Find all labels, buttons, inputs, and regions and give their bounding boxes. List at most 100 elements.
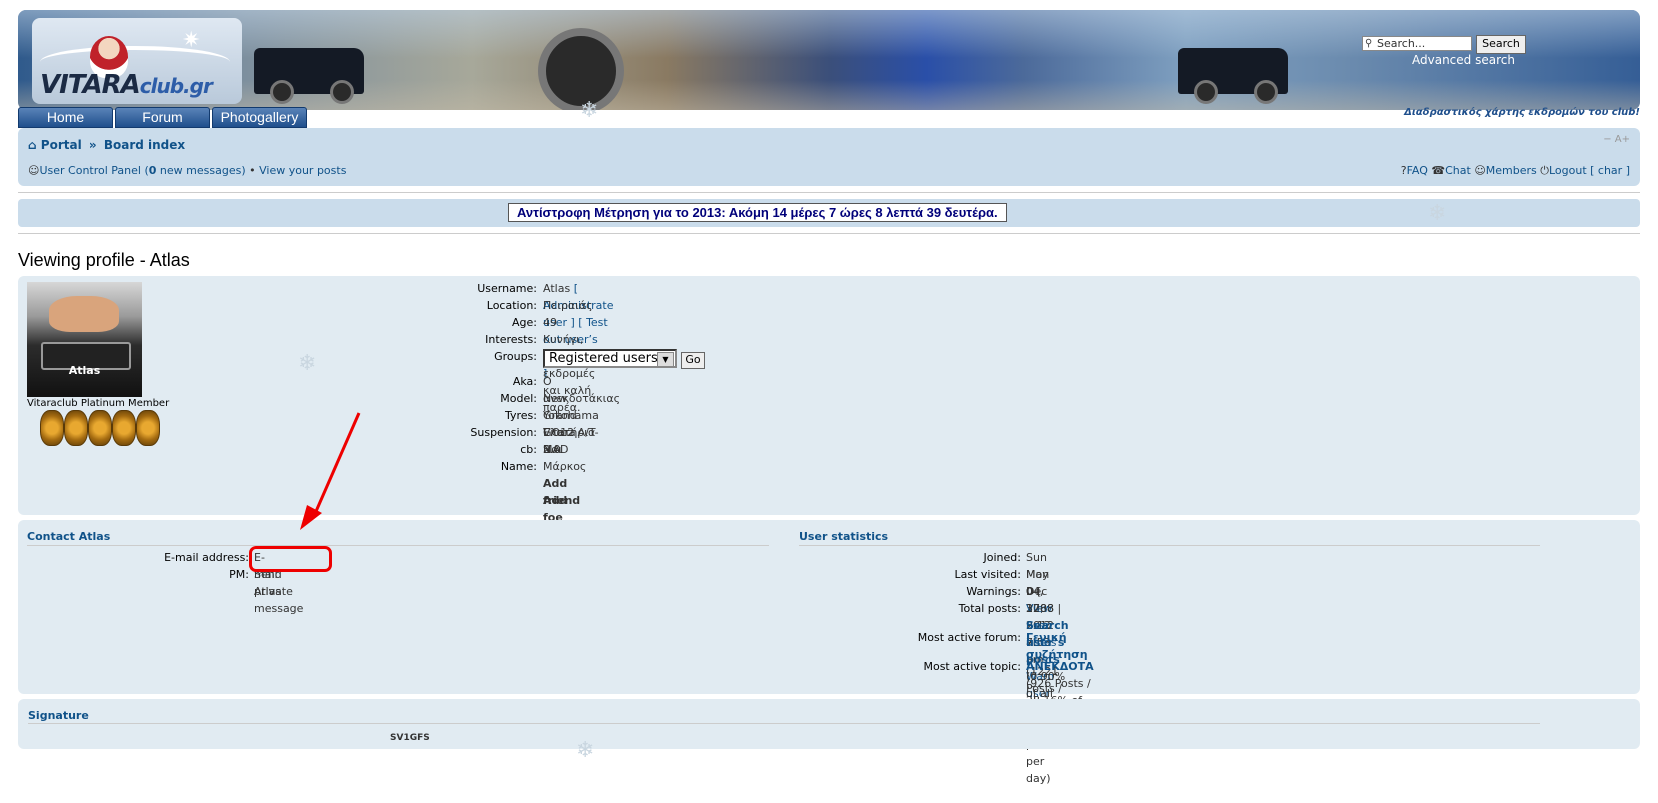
logo-word: VITARA [40,70,141,100]
view-your-posts-link[interactable]: View your posts [259,164,346,177]
profile-panel [18,276,1640,515]
avatar-figure [49,296,119,332]
site-logo[interactable]: ✷ VITARAclub.gr [32,18,242,104]
search-placeholder: Search... [1377,37,1426,50]
most-active-forum-label: Most active forum: [917,631,1021,644]
nav-photogallery-button[interactable]: Photogallery [212,107,307,128]
rank-title: Vitaraclub Platinum Member [27,398,170,409]
warnings-label: Warnings: [966,585,1021,598]
nav-forum-button[interactable]: Forum [115,107,210,128]
rank-tyre-icon [112,410,136,446]
stats-heading: User statistics [799,530,889,543]
snowflake-icon: ❄ [298,351,317,376]
avatar: Atlas [27,282,142,397]
breadcrumb-portal[interactable]: Portal [41,138,82,152]
interests-label: Interests: [485,333,537,346]
cb-value: Ναι [543,443,563,456]
logout-link[interactable]: Logout [ char ] [1549,164,1630,177]
search-button[interactable]: Search [1476,35,1526,54]
logout-icon: ⏻ [1540,164,1549,177]
suspension-label: Suspension: [470,426,537,439]
breadcrumb-separator: » [88,138,97,152]
logo-text: VITARAclub.gr [40,70,213,100]
annotation-highlight-box [249,546,332,572]
breadcrumb: ⌂ Portal » Board index [28,138,185,152]
signature-text: SV1GFS [390,733,430,743]
search-icon: ⚲ [1365,38,1373,49]
joined-label: Joined: [983,551,1021,564]
tyres-label: Tyres: [504,409,537,422]
name-value: Μάρκος [543,460,587,473]
email-label: E-mail address: [164,551,249,564]
home-icon: ⌂ [28,138,37,152]
ucp-link[interactable]: User Control Panel (0 new messages) [39,164,245,177]
advanced-search-link[interactable]: Advanced search [1412,53,1515,67]
user-icon: ☺ [28,164,40,177]
banner-wheel [1254,80,1278,104]
banner-wheel [1194,80,1218,104]
model-label: Model: [500,392,537,405]
breadcrumb-board-index[interactable]: Board index [104,138,185,152]
groups-select[interactable]: Registered users ▼ [543,349,677,368]
age-label: Age: [512,316,537,329]
pm-label: PM: [229,568,249,581]
snowflake-icon: ❄ [576,738,595,763]
countdown-text: Αντίστροφη Μέτρηση για το 2013: Ακόμη 14… [508,203,1007,222]
rank-tyre-icon [136,410,160,446]
rank-tyre-icon [40,410,64,446]
divider [27,545,769,546]
chat-link[interactable]: Chat [1445,164,1471,177]
countdown-bar: Αντίστροφη Μέτρηση για το 2013: Ακόμη 14… [18,199,1640,227]
user-control-bar: ☺User Control Panel (0 new messages) • V… [28,164,346,177]
username-label: Username: [477,282,537,295]
most-active-topic-link[interactable]: ΑΝΕΚΔΟΤΑ [1026,660,1094,673]
bullet-separator: • [249,164,256,177]
header-links: ?FAQ ☎Chat ☺Members ⏻Logout [ char ] [1401,164,1630,178]
star-icon: ✷ [182,28,201,53]
most-active-forum-link[interactable]: Γενική συζήτηση [1026,631,1088,661]
members-icon: ☺ [1474,164,1486,177]
send-private-message-link[interactable]: Send private message [254,566,303,617]
ucp-label: User Control Panel ( [39,164,149,177]
logo-suffix: club.gr [139,74,213,98]
name-label: Name: [500,460,537,473]
ucp-suffix: new messages) [156,164,246,177]
most-active-topic-label: Most active topic: [923,660,1021,673]
age-value: 49 [543,316,557,329]
signature-heading: Signature [28,709,89,722]
signature-panel [18,699,1640,749]
avatar-caption: Atlas [68,364,101,377]
search-input[interactable]: ⚲ Search... [1362,36,1472,51]
cb-label: cb: [520,443,537,456]
username-text: Atlas [543,282,571,295]
chevron-down-icon: ▼ [657,352,674,367]
total-posts-count: 3288 [1026,602,1054,615]
banner-wheel [270,80,294,104]
navbar: ⌂ Portal » Board index − A+ ☺User Contro… [18,128,1640,186]
total-posts-label: Total posts: [958,602,1021,615]
snowflake-icon: ❄ [580,98,599,123]
last-visited-label: Last visited: [954,568,1021,581]
nav-home-button[interactable]: Home [18,107,113,128]
aka-label: Aka: [512,375,537,388]
rank-tyre-icon [88,410,112,446]
font-resize-control[interactable]: − A+ [1603,134,1630,145]
groups-go-button[interactable]: Go [681,352,705,369]
interactive-map-link[interactable]: Διαδραστικός χάρτης εκδρομών του club! [1404,107,1640,118]
chat-icon: ☎ [1431,164,1446,177]
divider [18,192,1640,193]
divider [18,233,1640,234]
snowflake-icon: ❄ [1428,201,1447,226]
groups-label: Groups: [494,350,537,363]
page-title: Viewing profile - Atlas [18,250,190,270]
members-link[interactable]: Members [1486,164,1537,177]
divider [799,545,1540,546]
warnings-count: 0 [1026,585,1034,598]
faq-link[interactable]: FAQ [1407,164,1428,177]
rank-tyre-icon [64,410,88,446]
contact-heading: Contact Atlas [27,530,111,543]
location-label: Location: [486,299,537,312]
groups-selected-value: Registered users [549,351,658,366]
location-value: Πειραιάς [543,299,593,312]
header-banner: ✷ VITARAclub.gr [18,10,1640,110]
